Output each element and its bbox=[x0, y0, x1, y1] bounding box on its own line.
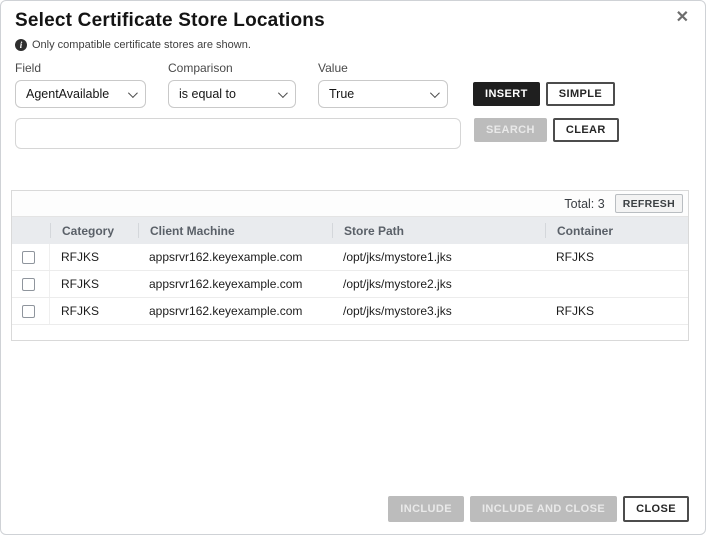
info-text: Only compatible certificate stores are s… bbox=[32, 39, 251, 51]
column-header-container[interactable]: Container bbox=[545, 223, 688, 238]
search-row: SEARCH CLEAR bbox=[15, 118, 691, 149]
table-row: RFJKS appsrvr162.keyexample.com /opt/jks… bbox=[12, 271, 688, 298]
container-cell: RFJKS bbox=[545, 250, 688, 264]
column-header-category[interactable]: Category bbox=[50, 223, 138, 238]
table-row: RFJKS appsrvr162.keyexample.com /opt/jks… bbox=[12, 298, 688, 325]
checkbox-cell bbox=[12, 244, 50, 270]
field-label: Field bbox=[15, 61, 146, 75]
client-machine-cell: appsrvr162.keyexample.com bbox=[138, 304, 332, 318]
store-path-cell: /opt/jks/mystore3.jks bbox=[332, 304, 545, 318]
info-icon: i bbox=[15, 39, 27, 51]
simple-button[interactable]: SIMPLE bbox=[546, 82, 615, 106]
column-header-store-path[interactable]: Store Path bbox=[332, 223, 545, 238]
table-row: RFJKS appsrvr162.keyexample.com /opt/jks… bbox=[12, 244, 688, 271]
insert-button[interactable]: INSERT bbox=[473, 82, 540, 106]
comparison-select[interactable]: is equal to bbox=[168, 80, 296, 108]
chevron-down-icon bbox=[278, 88, 288, 98]
info-banner: i Only compatible certificate stores are… bbox=[15, 39, 691, 51]
include-button[interactable]: INCLUDE bbox=[388, 496, 464, 522]
filter-buttons: INSERT SIMPLE bbox=[473, 82, 615, 106]
checkbox-column-header bbox=[12, 223, 50, 238]
category-cell: RFJKS bbox=[50, 277, 138, 291]
clear-button[interactable]: CLEAR bbox=[553, 118, 619, 142]
comparison-select-value: is equal to bbox=[179, 87, 236, 101]
chevron-down-icon bbox=[430, 88, 440, 98]
value-label: Value bbox=[318, 61, 448, 75]
client-machine-cell: appsrvr162.keyexample.com bbox=[138, 277, 332, 291]
include-and-close-button[interactable]: INCLUDE AND CLOSE bbox=[470, 496, 617, 522]
comparison-group: Comparison is equal to bbox=[168, 61, 296, 108]
query-input[interactable] bbox=[15, 118, 461, 149]
search-button[interactable]: SEARCH bbox=[474, 118, 547, 142]
table-body: RFJKS appsrvr162.keyexample.com /opt/jks… bbox=[12, 244, 688, 325]
field-group: Field AgentAvailable bbox=[15, 61, 146, 108]
value-group: Value True bbox=[318, 61, 448, 108]
field-select[interactable]: AgentAvailable bbox=[15, 80, 146, 108]
table-footer bbox=[12, 325, 688, 340]
refresh-button[interactable]: REFRESH bbox=[615, 194, 683, 213]
category-cell: RFJKS bbox=[50, 250, 138, 264]
total-count: Total: 3 bbox=[564, 197, 604, 211]
select-certificate-store-locations-dialog: Select Certificate Store Locations ✕ i O… bbox=[0, 0, 706, 535]
field-select-value: AgentAvailable bbox=[26, 87, 109, 101]
close-button[interactable]: CLOSE bbox=[623, 496, 689, 522]
table-header-row: Category Client Machine Store Path Conta… bbox=[12, 217, 688, 244]
container-cell: RFJKS bbox=[545, 304, 688, 318]
value-select-value: True bbox=[329, 87, 354, 101]
value-select[interactable]: True bbox=[318, 80, 448, 108]
store-path-cell: /opt/jks/mystore1.jks bbox=[332, 250, 545, 264]
comparison-label: Comparison bbox=[168, 61, 296, 75]
category-cell: RFJKS bbox=[50, 304, 138, 318]
dialog-title: Select Certificate Store Locations bbox=[15, 10, 691, 32]
search-buttons: SEARCH CLEAR bbox=[474, 118, 619, 149]
dialog-header: Select Certificate Store Locations ✕ bbox=[1, 1, 705, 32]
column-header-client-machine[interactable]: Client Machine bbox=[138, 223, 332, 238]
store-path-cell: /opt/jks/mystore2.jks bbox=[332, 277, 545, 291]
checkbox-cell bbox=[12, 298, 50, 324]
row-checkbox[interactable] bbox=[22, 305, 35, 318]
row-checkbox[interactable] bbox=[22, 278, 35, 291]
dialog-footer-actions: INCLUDE INCLUDE AND CLOSE CLOSE bbox=[388, 496, 689, 522]
certificate-store-table: Total: 3 REFRESH Category Client Machine… bbox=[11, 190, 689, 341]
checkbox-cell bbox=[12, 271, 50, 297]
table-toolbar: Total: 3 REFRESH bbox=[12, 191, 688, 217]
client-machine-cell: appsrvr162.keyexample.com bbox=[138, 250, 332, 264]
close-icon[interactable]: ✕ bbox=[676, 8, 689, 28]
filter-row: Field AgentAvailable Comparison is equal… bbox=[15, 61, 691, 108]
row-checkbox[interactable] bbox=[22, 251, 35, 264]
chevron-down-icon bbox=[128, 88, 138, 98]
